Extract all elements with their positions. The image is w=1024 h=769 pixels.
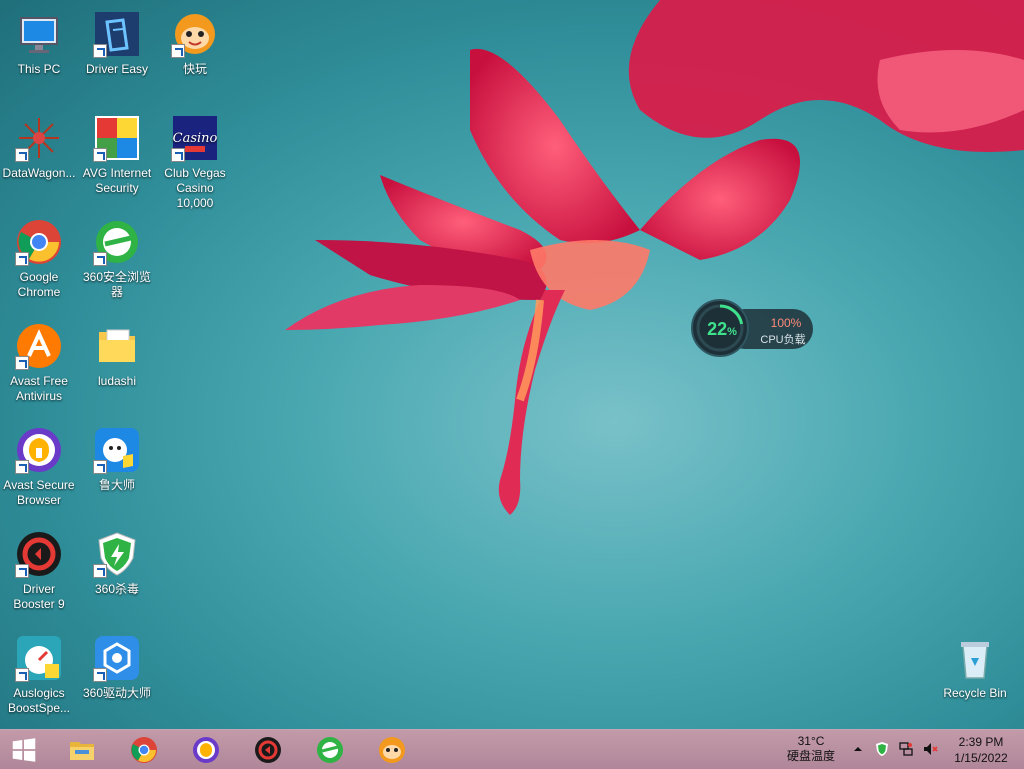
shortcut-arrow-icon [93, 44, 107, 58]
tray-network-button[interactable] [898, 741, 914, 757]
taskbar-avast-secure-browser[interactable] [178, 730, 234, 769]
taskbar-google-chrome[interactable] [116, 730, 172, 769]
shortcut-arrow-icon [93, 668, 107, 682]
driver-booster-icon [255, 736, 281, 763]
desktop-icon-avast-free-antivirus[interactable]: Avast Free Antivirus [0, 316, 78, 404]
shortcut-arrow-icon [15, 460, 29, 474]
shield-icon [876, 742, 888, 756]
shortcut-arrow-icon [171, 44, 185, 58]
cpu-load-value: 100% [770, 316, 802, 330]
shortcut-arrow-icon [93, 564, 107, 578]
taskbar-driver-booster[interactable] [240, 730, 296, 769]
desktop-icon-datawagon[interactable]: DataWagon... [0, 108, 78, 181]
desktop-icon-ludashi-folder[interactable]: ludashi [78, 316, 156, 389]
desktop-icon-label: DataWagon... [2, 166, 76, 180]
shortcut-arrow-icon [15, 252, 29, 266]
desktop-icon-club-vegas[interactable]: Casino Club Vegas Casino 10,000 [156, 108, 234, 211]
desktop-icon-auslogics-boostspeed[interactable]: Auslogics BoostSpe... [0, 628, 78, 716]
desktop-icon-label: 快玩 [182, 62, 207, 76]
360-browser-icon [317, 736, 343, 763]
taskbar-file-explorer[interactable] [54, 730, 110, 769]
desktop-icon-label: 360驱动大师 [82, 686, 152, 700]
shortcut-arrow-icon [15, 356, 29, 370]
taskbar-clock[interactable]: 2:39 PM 1/15/2022 [946, 734, 1016, 766]
desktop-icon-label: ludashi [97, 374, 137, 388]
folder-icon [99, 329, 135, 362]
cpu-usage-percent: 22% [707, 319, 737, 339]
desktop-icon-360-driver-master[interactable]: 360驱动大师 [78, 628, 156, 701]
desktop-icon-kuaiwan[interactable]: 快玩 [156, 4, 234, 77]
desktop-icon-driver-booster[interactable]: Driver Booster 9 [0, 524, 78, 612]
desktop-icon-avast-secure-browser[interactable]: Avast Secure Browser [0, 420, 78, 508]
clock-date: 1/15/2022 [954, 751, 1008, 765]
shortcut-arrow-icon [15, 564, 29, 578]
chrome-icon [131, 736, 157, 763]
shortcut-arrow-icon [15, 148, 29, 162]
shortcut-arrow-icon [93, 460, 107, 474]
cpu-load-label: CPU负载 [760, 334, 806, 346]
desktop-icon-label: Google Chrome [17, 270, 61, 299]
desktop-icon-label: Auslogics BoostSpe... [7, 686, 71, 715]
network-icon [899, 742, 913, 756]
desktop-icon-label: Driver Booster 9 [13, 582, 65, 611]
desktop-icon-360-antivirus[interactable]: 360杀毒 [78, 524, 156, 597]
desktop-icon-label: Driver Easy [85, 62, 148, 76]
clock-time: 2:39 PM [958, 735, 1004, 749]
taskbar-kuaiwan[interactable] [364, 730, 420, 769]
desktop-icon-label: Avast Free Antivirus [10, 374, 68, 403]
desktop-icon-label: Club Vegas Casino 10,000 [164, 166, 226, 210]
monkey-icon [379, 736, 405, 763]
desktop-icon-label: Avast Secure Browser [3, 478, 75, 507]
tray-security-icon-button[interactable] [874, 741, 890, 757]
desktop-icon-driver-easy[interactable]: Driver Easy [78, 4, 156, 77]
shortcut-arrow-icon [171, 148, 185, 162]
file-explorer-icon [70, 741, 94, 760]
desktop-icon-label: AVG Internet Security [82, 166, 152, 195]
avast-secure-browser-icon [193, 736, 219, 763]
taskbar: 31°C 硬盘温度 2:39 PM 1/15/2022 [0, 729, 1024, 769]
tray-volume-button[interactable] [922, 741, 938, 757]
desktop-icon-label: This PC [17, 62, 61, 76]
desktop-icon-this-pc[interactable]: This PC [0, 4, 78, 77]
cpu-load-widget[interactable]: 100% CPU负载 22% [691, 299, 815, 359]
monitor-icon [20, 17, 58, 53]
windows-logo-icon [12, 737, 36, 762]
svg-text:Casino: Casino [173, 131, 218, 146]
speaker-muted-icon [924, 743, 938, 755]
desktop-icon-label: 360杀毒 [94, 582, 140, 596]
desktop-icon-ludashi-app[interactable]: 鲁大师 [78, 420, 156, 493]
desktop-icon-label: 鲁大师 [98, 478, 135, 492]
recycle-bin-icon [961, 642, 989, 679]
desktop-icon-recycle-bin[interactable]: Recycle Bin [936, 628, 1014, 701]
desktop-icon-label: Recycle Bin [943, 686, 1007, 700]
desktop-icon-360-browser[interactable]: 360安全浏览器 [78, 212, 156, 300]
taskbar-360-browser[interactable] [302, 730, 358, 769]
shortcut-arrow-icon [93, 148, 107, 162]
cpu-gauge: 22% [691, 299, 749, 357]
shortcut-arrow-icon [15, 668, 29, 682]
chevron-up-icon [854, 747, 862, 751]
desktop-icon-google-chrome[interactable]: Google Chrome [0, 212, 78, 300]
desktop-icon-avg-internet-security[interactable]: AVG Internet Security [78, 108, 156, 196]
start-button[interactable] [0, 730, 48, 769]
disk-temperature[interactable]: 31°C 硬盘温度 [776, 734, 846, 764]
desktop-icon-label: 360安全浏览器 [82, 270, 152, 299]
temperature-label: 硬盘温度 [786, 749, 835, 763]
show-hidden-icons-button[interactable] [850, 741, 866, 757]
shortcut-arrow-icon [93, 252, 107, 266]
temperature-value: 31°C [797, 734, 825, 748]
